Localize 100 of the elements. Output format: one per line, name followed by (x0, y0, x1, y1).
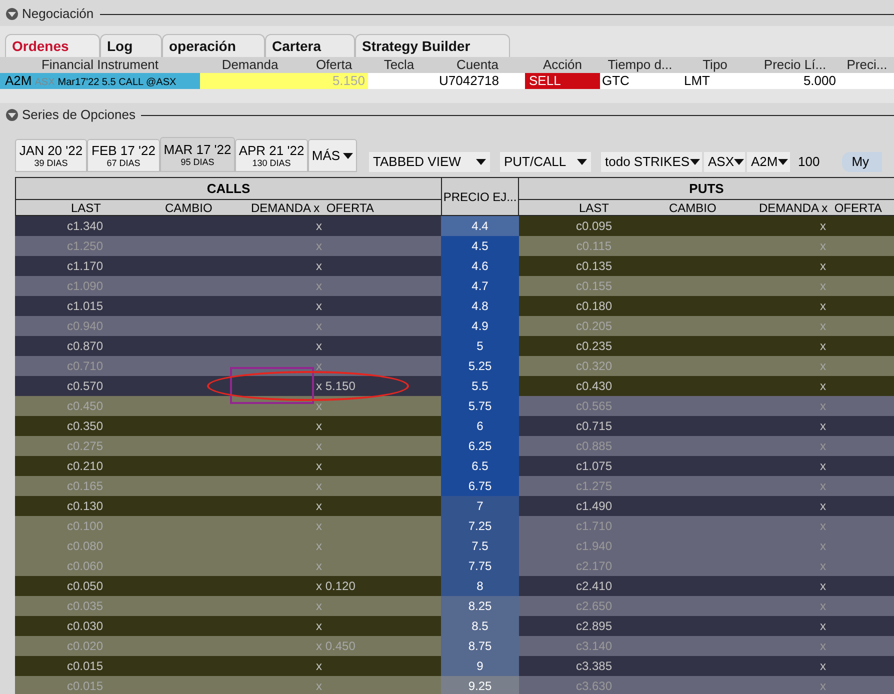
table-cell-text: x (315, 518, 323, 535)
tab[interactable]: Cartera (265, 34, 355, 57)
table-cell-text: x (315, 418, 323, 435)
table-cell-text: c0.180 (574, 298, 614, 315)
strike-cell: 5.5 (441, 376, 519, 396)
dropdown[interactable]: PUT/CALL (500, 152, 591, 172)
column-header: Tiempo d... (606, 57, 674, 73)
table-cell-text: c0.130 (66, 498, 104, 515)
strike-cell: 6 (441, 416, 519, 436)
table-cell-text: c1.490 (574, 498, 614, 515)
column-header: Tecla (382, 57, 416, 73)
table-cell-text: c0.715 (574, 418, 614, 435)
strike-cell: 4.5 (441, 236, 519, 256)
table-cell-text: x (315, 558, 323, 575)
expiry-tab[interactable]: JAN 20 '22 39 DIAS (15, 139, 87, 172)
caret-icon (577, 159, 587, 165)
dropdown[interactable]: ASX (704, 152, 745, 172)
tab[interactable]: Strategy Builder (355, 34, 510, 57)
table-cell-text: x (315, 438, 323, 455)
section-header: CALLS (15, 177, 441, 199)
column-header: Cuenta (456, 57, 500, 73)
table-cell-text: c0.030 (66, 618, 104, 635)
strike-cell: 5.25 (441, 356, 519, 376)
strike-cell: 4.7 (441, 276, 519, 296)
section-title: Series de Opciones (22, 106, 136, 124)
strike-cell: 7 (441, 496, 519, 516)
my-button[interactable]: My (842, 152, 882, 172)
expiry-tab[interactable]: MAR 17 '22 95 DIAS (160, 137, 235, 172)
strike-cell: 4.4 (441, 216, 519, 236)
tab[interactable]: Log (100, 34, 162, 57)
table-cell-text: x (819, 338, 827, 355)
column-header: CAMBIO (164, 200, 214, 215)
tab[interactable]: Ordenes (5, 34, 100, 57)
table-cell-text: x (315, 478, 323, 495)
table-cell-text: x (315, 658, 323, 675)
dropdown[interactable]: TABBED VIEW (369, 152, 490, 172)
caret-icon (476, 159, 486, 165)
strike-cell: 5.75 (441, 396, 519, 416)
table-cell-text: x (819, 658, 827, 675)
caret-icon (343, 152, 354, 158)
table-cell: 5.150 (300, 73, 368, 89)
table-cell-text: c0.100 (66, 518, 104, 535)
table-cell-text: x (819, 358, 827, 375)
strike-cell: 7.25 (441, 516, 519, 536)
table-cell-text: x (315, 298, 323, 315)
strike-cell: 6.75 (441, 476, 519, 496)
table-cell-text: x (315, 218, 323, 235)
table-cell-text: x (315, 618, 323, 635)
column-header: PRECIO EJ... (441, 177, 519, 216)
strike-cell: 5 (441, 336, 519, 356)
table-cell-text: c0.320 (574, 358, 614, 375)
table-cell-text: c0.450 (66, 398, 104, 415)
strike-cell: 8.75 (441, 636, 519, 656)
table-cell-text: U7042718 (438, 73, 500, 89)
strike-cell: 7.5 (441, 536, 519, 556)
table-cell-text: c1.340 (66, 218, 104, 235)
contract-text: Mar17'22 5.5 CALL @ASX (58, 76, 176, 90)
table-cell-text: x (819, 258, 827, 275)
dropdown[interactable]: A2M (747, 152, 790, 172)
table-cell-text: x (315, 338, 323, 355)
table-cell-text: GTC (601, 73, 630, 89)
table-cell-text: c3.385 (574, 658, 614, 675)
table-cell-text: x (315, 458, 323, 475)
table-cell-text: c1.075 (574, 458, 614, 475)
table-cell-text: c1.015 (66, 298, 104, 315)
table-cell-text: c0.035 (66, 598, 104, 615)
column-header: Preci... (846, 57, 888, 73)
column-header: Precio Lí... (762, 57, 828, 73)
collapse-icon[interactable] (6, 109, 18, 121)
strike-cell: 9 (441, 656, 519, 676)
strike-cell: 9.25 (441, 676, 519, 694)
collapse-icon[interactable] (6, 8, 18, 20)
caret-icon (778, 159, 788, 165)
table-cell-text: x (315, 538, 323, 555)
more-button[interactable]: MÁS (308, 139, 357, 172)
table-cell-text: x (315, 498, 323, 515)
expiry-tab[interactable]: APR 21 '22 130 DIAS (235, 139, 308, 172)
strike-cell: 6.5 (441, 456, 519, 476)
exchange-text: ASX (34, 76, 55, 90)
multiplier-text: 100 (798, 153, 820, 172)
tab[interactable]: operación (162, 34, 265, 57)
strike-cell: 4.6 (441, 256, 519, 276)
table-cell-text: x (819, 318, 827, 335)
table-cell-text: c0.155 (574, 278, 614, 295)
table-cell-text: c0.350 (66, 418, 104, 435)
table-cell-text: c0.205 (574, 318, 614, 335)
table-cell-text: x (819, 578, 827, 595)
table-cell-text: c0.235 (574, 338, 614, 355)
table-cell-text: x (819, 278, 827, 295)
expiry-tab[interactable]: FEB 17 '22 67 DIAS (87, 139, 160, 172)
table-cell-text: x (819, 378, 827, 395)
table-cell-text: x 0.450 (315, 638, 356, 655)
column-header: CAMBIO (669, 200, 718, 215)
dropdown[interactable]: todo STRIKES (601, 152, 702, 172)
table-cell-text: c2.895 (574, 618, 614, 635)
table-cell-text: x (315, 258, 323, 275)
table-cell-text: c2.410 (574, 578, 614, 595)
table-cell-text: c0.015 (66, 658, 104, 675)
table-cell-text: c0.020 (66, 638, 104, 655)
column-header: DEMANDA x OFERTA (759, 200, 883, 215)
